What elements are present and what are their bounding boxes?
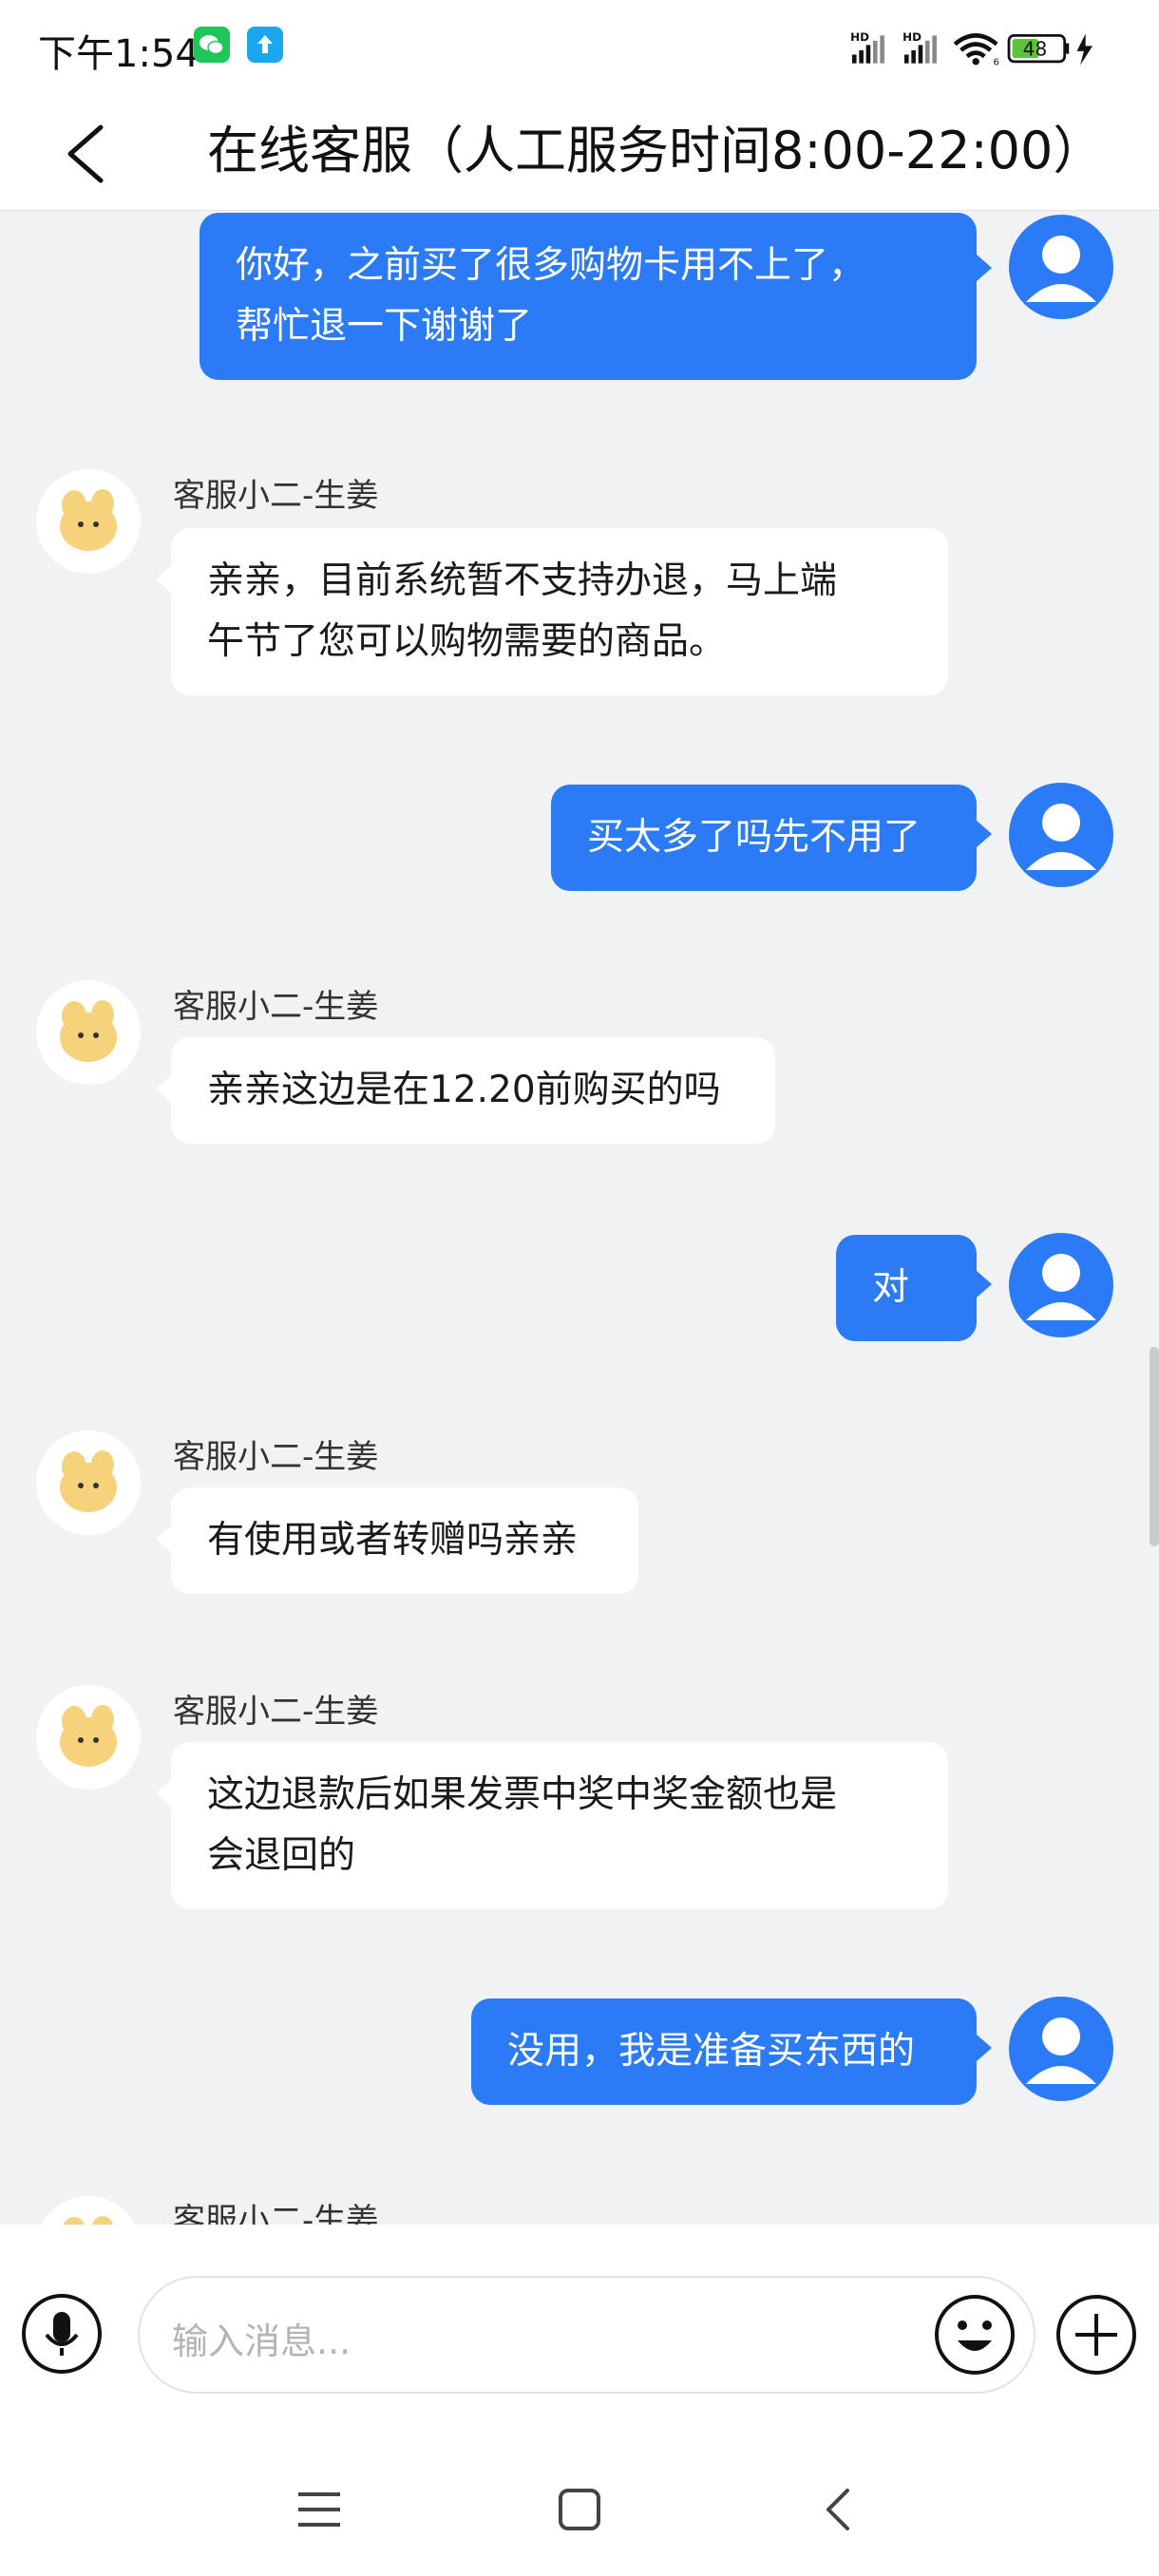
ginger-mascot-icon	[63, 2216, 113, 2225]
message-line: 会退回的	[207, 1834, 356, 1877]
wifi-icon: 6	[953, 33, 999, 68]
input-bar: 输入消息...	[0, 2225, 1159, 2443]
agent-message-bubble[interactable]: 有使用或者转赠吗亲亲	[171, 1487, 638, 1594]
battery-level: 48	[1023, 37, 1048, 60]
bubble-tail	[156, 1525, 171, 1552]
upload-icon	[247, 27, 283, 63]
bubble-tail	[156, 1780, 171, 1807]
message-line: 帮忙退一下谢谢了	[236, 305, 533, 348]
user-avatar[interactable]	[1009, 1997, 1113, 2101]
battery-icon: 48	[1007, 33, 1070, 64]
user-avatar[interactable]	[1009, 783, 1113, 887]
message-line: 对	[872, 1266, 910, 1309]
mic-icon[interactable]	[21, 2293, 103, 2375]
agent-name: 客服小二-生姜	[173, 1693, 379, 1731]
message-line: 有使用或者转赠吗亲亲	[207, 1519, 579, 1562]
agent-message-bubble[interactable]: 亲亲，目前系统暂不支持办退，马上端 午节了您可以购物需要的商品。	[171, 528, 948, 695]
message-line: 午节了您可以购物需要的商品。	[207, 620, 727, 663]
ginger-mascot-icon	[60, 1705, 117, 1767]
message-line: 你好，之前买了很多购物卡用不上了，	[236, 244, 866, 287]
charging-icon	[1076, 33, 1092, 66]
agent-name: 客服小二-生姜	[173, 1438, 379, 1476]
agent-avatar[interactable]	[36, 1685, 141, 1790]
ginger-mascot-icon	[60, 1450, 117, 1512]
scrollbar[interactable]	[1150, 1347, 1159, 1546]
user-message-bubble[interactable]: 买太多了吗先不用了	[551, 785, 977, 891]
message-line: 亲亲这边是在12.20前购买的吗	[207, 1069, 721, 1111]
agent-avatar[interactable]	[36, 2196, 141, 2225]
message-line: 亲亲，目前系统暂不支持办退，马上端	[207, 559, 838, 602]
agent-message-bubble[interactable]: 亲亲这边是在12.20前购买的吗	[171, 1037, 775, 1144]
agent-message-bubble[interactable]: 这边退款后如果发票中奖中奖金额也是 会退回的	[171, 1742, 948, 1909]
user-avatar-icon	[1026, 2017, 1096, 2084]
agent-name: 客服小二-生姜	[173, 477, 379, 515]
bubble-tail	[977, 255, 992, 281]
agent-name: 客服小二-生姜	[173, 988, 379, 1026]
ginger-mascot-icon	[60, 489, 117, 551]
user-avatar[interactable]	[1009, 1233, 1113, 1337]
user-avatar-icon	[1026, 1254, 1096, 1320]
chat-list[interactable]: 你好，之前买了很多购物卡用不上了， 帮忙退一下谢谢了 客服小二-生姜 亲亲，目前…	[0, 211, 1159, 2225]
plus-icon[interactable]	[1054, 2293, 1138, 2377]
agent-avatar[interactable]	[36, 1430, 141, 1535]
system-nav-bar	[0, 2443, 1159, 2576]
user-avatar-icon	[1026, 236, 1096, 302]
message-line: 买太多了吗先不用了	[587, 816, 922, 859]
user-avatar-icon	[1026, 804, 1096, 870]
user-message-bubble[interactable]: 对	[836, 1235, 977, 1341]
title-bar: 在线客服（人工服务时间8:00-22:00）	[0, 95, 1159, 211]
bubble-tail	[156, 566, 171, 593]
bubble-tail	[977, 821, 992, 847]
emoji-icon[interactable]	[933, 2293, 1016, 2377]
agent-avatar[interactable]	[36, 469, 141, 574]
message-input[interactable]: 输入消息...	[138, 2276, 1036, 2394]
back-icon[interactable]	[53, 116, 129, 192]
bubble-tail	[977, 2035, 992, 2061]
user-avatar[interactable]	[1009, 215, 1113, 319]
agent-name: 客服小二-生姜	[173, 2202, 379, 2225]
message-input-placeholder: 输入消息...	[172, 2320, 352, 2362]
bubble-tail	[156, 1075, 171, 1102]
wifi-tag: 6	[994, 58, 999, 68]
signal-tag-2: HD	[902, 30, 922, 44]
message-line: 这边退款后如果发票中奖中奖金额也是	[207, 1773, 838, 1816]
status-icons: HD HD 6 48	[850, 30, 1092, 68]
status-time: 下午1:54	[38, 32, 200, 76]
ginger-mascot-icon	[60, 1000, 117, 1062]
message-line: 没用，我是准备买东西的	[507, 2030, 916, 2073]
status-bar: 下午1:54 HD HD 6 48	[0, 0, 1159, 95]
page-title: 在线客服（人工服务时间8:00-22:00）	[207, 121, 1105, 180]
home-icon[interactable]	[551, 2481, 608, 2538]
signal-tag-1: HD	[850, 30, 869, 44]
wechat-icon	[194, 27, 230, 63]
agent-avatar[interactable]	[36, 980, 141, 1085]
user-message-bubble[interactable]: 没用，我是准备买东西的	[471, 1998, 977, 2105]
menu-icon[interactable]	[291, 2481, 348, 2538]
user-message-bubble[interactable]: 你好，之前买了很多购物卡用不上了， 帮忙退一下谢谢了	[200, 213, 977, 380]
nav-back-icon[interactable]	[811, 2481, 868, 2538]
bubble-tail	[977, 1271, 992, 1297]
